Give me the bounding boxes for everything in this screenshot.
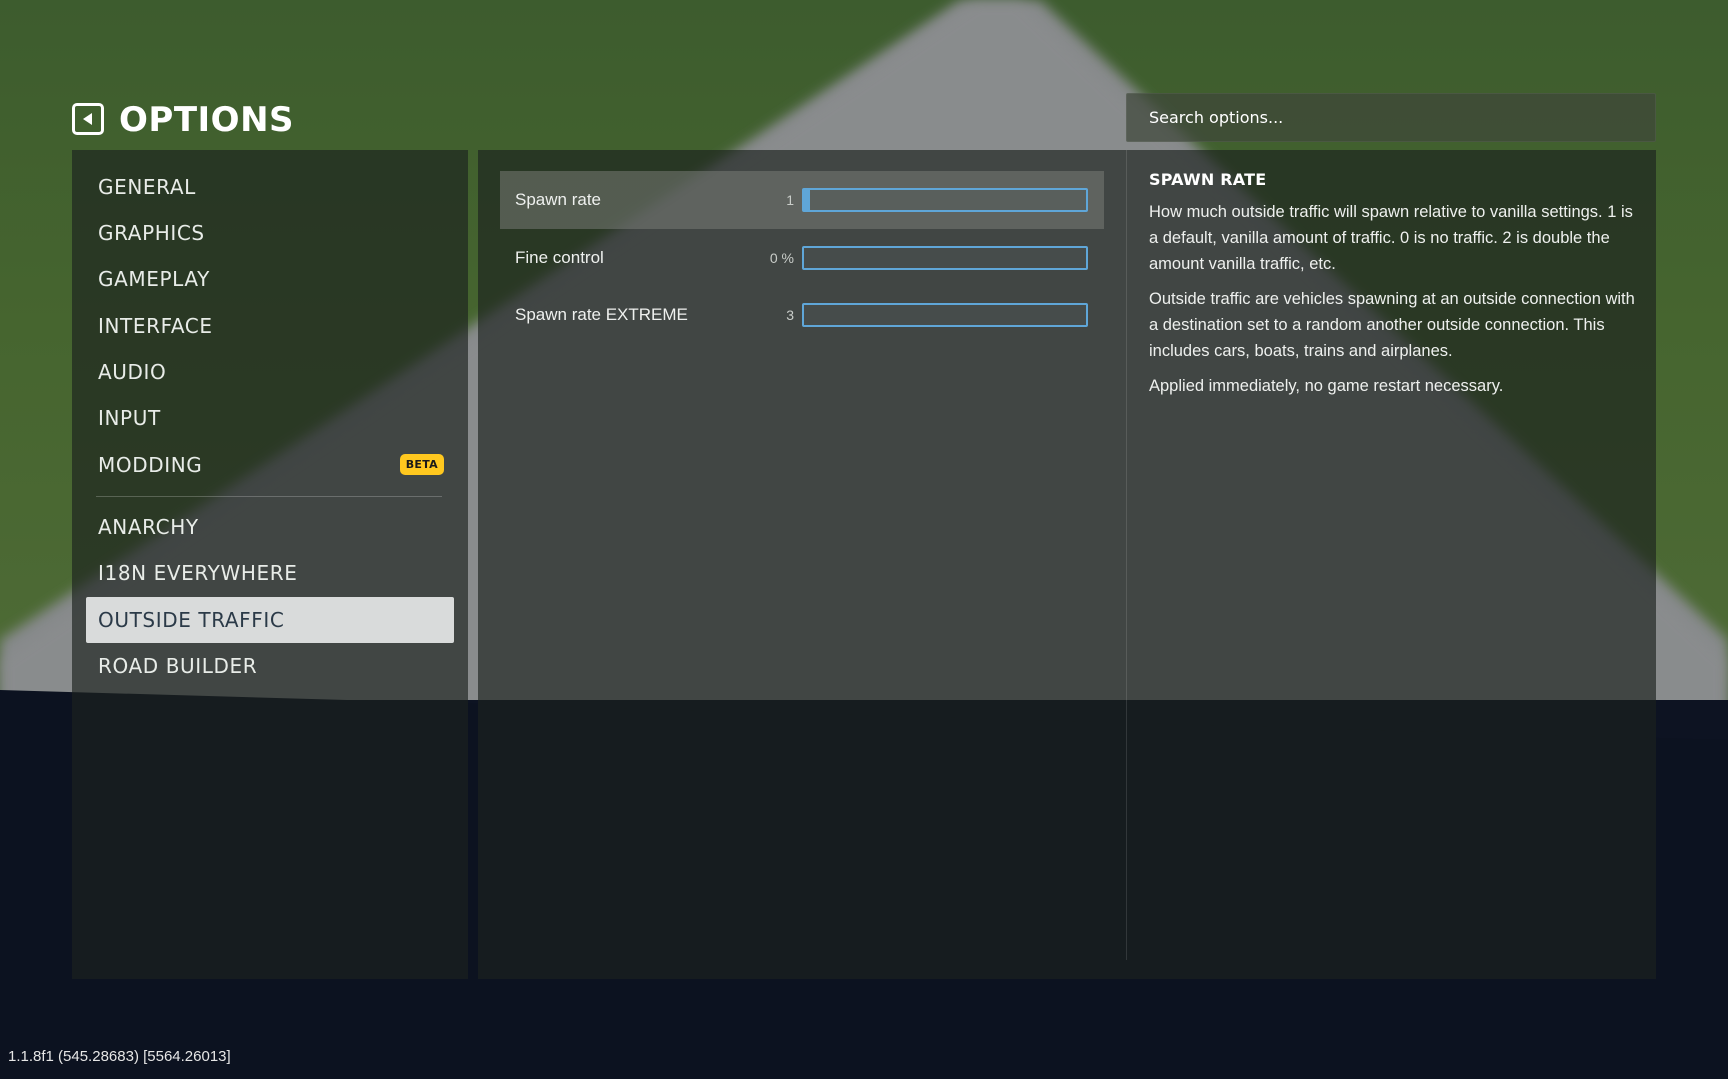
sidebar-item-label: OUTSIDE TRAFFIC (98, 608, 285, 632)
sidebar-item-label: GRAPHICS (98, 221, 205, 245)
sidebar-item-label: AUDIO (98, 360, 167, 384)
back-arrow-icon (83, 113, 92, 125)
sidebar-divider (96, 496, 442, 497)
setting-value: 3 (786, 307, 794, 323)
sidebar-item-label: ROAD BUILDER (98, 654, 258, 678)
sidebar-item-modding[interactable]: MODDING BETA (86, 442, 454, 488)
sidebar-item-graphics[interactable]: GRAPHICS (86, 210, 454, 256)
setting-value: 1 (786, 192, 794, 208)
sidebar-item-gameplay[interactable]: GAMEPLAY (86, 256, 454, 302)
sidebar-item-outside-traffic[interactable]: OUTSIDE TRAFFIC (86, 597, 454, 643)
setting-description: SPAWN RATE How much outside traffic will… (1149, 170, 1645, 408)
setting-label: Fine control (515, 248, 604, 267)
sidebar-item-interface[interactable]: INTERFACE (86, 303, 454, 349)
spawn-rate-extreme-slider[interactable] (802, 303, 1088, 327)
detail-divider (1126, 150, 1127, 960)
version-label: 1.1.8f1 (545.28683) [5564.26013] (8, 1048, 231, 1065)
setting-label: Spawn rate (515, 190, 601, 209)
sidebar-item-label: GENERAL (98, 175, 196, 199)
search-box[interactable] (1126, 93, 1656, 142)
sidebar-item-label: INPUT (98, 406, 161, 430)
options-main-panel: Spawn rate 1 Fine control 0 % Spawn rate… (478, 150, 1656, 979)
fine-control-slider[interactable] (802, 246, 1088, 270)
description-paragraph: Outside traffic are vehicles spawning at… (1149, 290, 1635, 360)
sidebar-item-road-builder[interactable]: ROAD BUILDER (86, 643, 454, 689)
sidebar-item-label: I18N EVERYWHERE (98, 561, 298, 585)
options-sidebar: GENERAL GRAPHICS GAMEPLAY INTERFACE AUDI… (72, 150, 468, 979)
spawn-rate-slider[interactable] (802, 188, 1088, 212)
setting-row-fine-control[interactable]: Fine control 0 % (500, 229, 1104, 287)
sidebar-item-label: ANARCHY (98, 515, 199, 539)
sidebar-item-label: MODDING (98, 453, 203, 477)
setting-value: 0 % (769, 250, 794, 266)
sidebar-item-label: GAMEPLAY (98, 267, 210, 291)
slider-fill (804, 190, 810, 210)
setting-row-spawn-rate[interactable]: Spawn rate 1 (500, 171, 1104, 229)
beta-badge: BETA (399, 454, 444, 475)
sidebar-item-general[interactable]: GENERAL (86, 164, 454, 210)
description-paragraph: How much outside traffic will spawn rela… (1149, 203, 1633, 273)
sidebar-item-label: INTERFACE (98, 314, 213, 338)
sidebar-item-anarchy[interactable]: ANARCHY (86, 504, 454, 550)
sidebar-item-i18n-everywhere[interactable]: I18N EVERYWHERE (86, 550, 454, 596)
description-paragraph: Applied immediately, no game restart nec… (1149, 377, 1504, 395)
sidebar-item-input[interactable]: INPUT (86, 395, 454, 441)
sidebar-item-audio[interactable]: AUDIO (86, 349, 454, 395)
setting-label: Spawn rate EXTREME (515, 305, 688, 324)
setting-row-spawn-rate-extreme[interactable]: Spawn rate EXTREME 3 (500, 286, 1104, 344)
page-title: OPTIONS (119, 100, 295, 140)
search-input[interactable] (1127, 94, 1655, 141)
back-button[interactable] (72, 103, 104, 135)
description-title: SPAWN RATE (1149, 170, 1267, 189)
